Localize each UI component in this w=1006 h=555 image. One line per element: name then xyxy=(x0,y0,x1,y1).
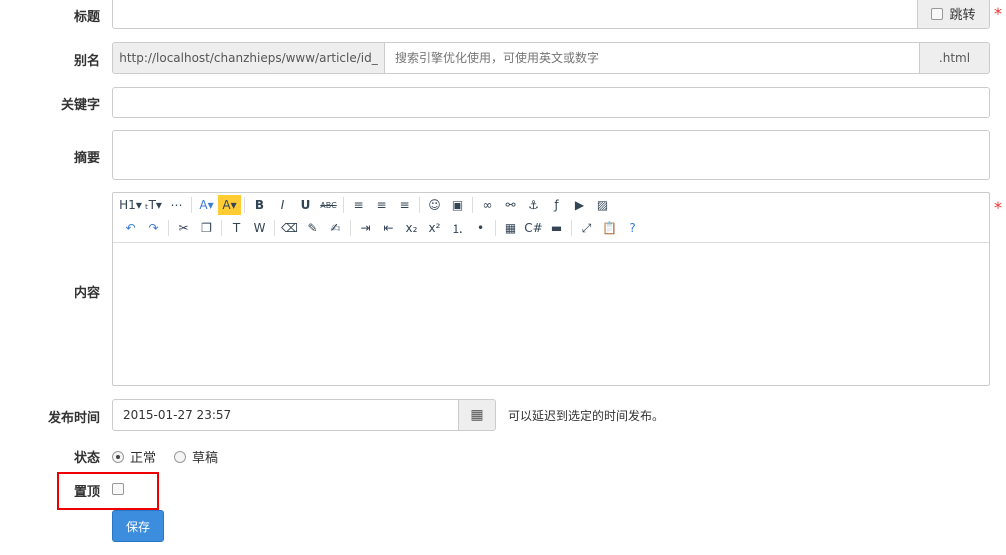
source-icon[interactable]: 📋 xyxy=(598,218,621,238)
quick-format-icon[interactable]: ✍ xyxy=(324,218,347,238)
top-label: 置顶 xyxy=(73,485,100,500)
anchor-icon[interactable]: ⚓ xyxy=(522,195,545,215)
unlink-icon[interactable]: ⚯ xyxy=(499,195,522,215)
copy-icon[interactable]: ❐ xyxy=(195,218,218,238)
alias-suffix: .html xyxy=(919,42,990,74)
jump-checkbox[interactable] xyxy=(931,7,944,20)
calendar-icon: ▦ xyxy=(470,407,484,423)
alias-prefix: http://localhost/chanzhieps/www/article/… xyxy=(112,42,385,74)
status-normal-radio[interactable] xyxy=(112,450,124,463)
italic-icon[interactable]: I xyxy=(271,195,294,215)
content-label: 内容 xyxy=(73,286,100,301)
cut-icon[interactable]: ✂ xyxy=(172,218,195,238)
image-icon[interactable]: ▨ xyxy=(591,195,614,215)
paste-word-icon[interactable]: W xyxy=(248,218,271,238)
toolbar-separator xyxy=(495,220,496,236)
underline-icon[interactable]: U xyxy=(294,195,317,215)
publish-time-label: 发布时间 xyxy=(47,411,100,426)
status-draft-radio[interactable] xyxy=(174,450,187,463)
heading-icon[interactable]: H1▾ xyxy=(119,195,142,215)
keywords-label: 关键字 xyxy=(60,98,100,113)
toolbar-separator xyxy=(571,220,572,236)
keywords-input[interactable] xyxy=(112,87,990,118)
outdent-icon[interactable]: ⇤ xyxy=(377,218,400,238)
help-icon[interactable]: ? xyxy=(621,218,644,238)
toolbar-separator xyxy=(191,197,192,213)
toolbar-separator xyxy=(419,197,420,213)
status-normal-label[interactable]: 正常 xyxy=(130,447,156,466)
emoticon-icon[interactable]: ☺ xyxy=(423,195,446,215)
insert-image-icon[interactable]: ▣ xyxy=(446,195,469,215)
unordered-list-icon[interactable]: • xyxy=(469,218,492,238)
title-input[interactable] xyxy=(112,0,918,29)
publish-time-input[interactable]: 2015-01-27 23:57 xyxy=(112,399,459,431)
calendar-button[interactable]: ▦ xyxy=(458,399,496,431)
align-left-icon[interactable]: ≡ xyxy=(347,195,370,215)
page-break-icon[interactable]: ▬ xyxy=(545,218,568,238)
summary-textarea[interactable] xyxy=(112,130,990,180)
link-icon[interactable]: ∞ xyxy=(476,195,499,215)
media-icon[interactable]: ▶ xyxy=(568,195,591,215)
clear-format-icon[interactable]: ✎ xyxy=(301,218,324,238)
editor-toolbar-row-1: H1▾ ₜT▾ ⋯ A▾ A▾ B I U ABC ≡ ≡ ≡ ☺ ▣ ∞ ⚯ ⚓ ƒ ▶ ▨ xyxy=(119,195,614,215)
align-right-icon[interactable]: ≡ xyxy=(393,195,416,215)
toolbar-separator xyxy=(221,220,222,236)
superscript-icon[interactable]: x² xyxy=(423,218,446,238)
status-label: 状态 xyxy=(73,451,100,466)
toolbar-separator xyxy=(244,197,245,213)
toolbar-separator xyxy=(168,220,169,236)
save-button[interactable]: 保存 xyxy=(112,510,164,542)
undo-icon[interactable]: ↶ xyxy=(119,218,142,238)
required-star: * xyxy=(994,198,1002,217)
summary-label: 摘要 xyxy=(73,151,100,166)
subscript-icon[interactable]: x₂ xyxy=(400,218,423,238)
status-draft-label[interactable]: 草稿 xyxy=(192,447,218,466)
top-highlight-box xyxy=(57,472,159,510)
alias-label: 别名 xyxy=(73,54,100,69)
toolbar-separator xyxy=(274,220,275,236)
toolbar-separator xyxy=(350,220,351,236)
align-center-icon[interactable]: ≡ xyxy=(370,195,393,215)
redo-icon[interactable]: ↷ xyxy=(142,218,165,238)
ordered-list-icon[interactable]: ⒈ xyxy=(446,218,469,238)
toolbar-separator xyxy=(472,197,473,213)
editor-toolbar-row-2: ↶ ↷ ✂ ❐ T W ⌫ ✎ ✍ ⇥ ⇤ x₂ x² ⒈ • ▦ C# ▬ ⤢ 📋? xyxy=(119,218,644,238)
flash-icon[interactable]: ƒ xyxy=(545,195,568,215)
code-icon[interactable]: C# xyxy=(522,218,545,238)
eraser-icon[interactable]: ⌫ xyxy=(278,218,301,238)
top-checkbox[interactable] xyxy=(112,483,124,495)
indent-icon[interactable]: ⇥ xyxy=(354,218,377,238)
publish-hint: 可以延迟到选定的时间发布。 xyxy=(508,409,665,423)
alias-input[interactable] xyxy=(384,42,920,74)
required-star: * xyxy=(994,4,1002,23)
highlight-color-icon[interactable]: A▾ xyxy=(218,195,241,215)
toolbar-separator xyxy=(343,197,344,213)
font-color-icon[interactable]: A▾ xyxy=(195,195,218,215)
jump-toggle[interactable]: 跳转 xyxy=(917,0,990,29)
title-label: 标题 xyxy=(73,10,100,25)
strikethrough-icon[interactable]: ABC xyxy=(317,195,340,215)
horizontal-rule-icon[interactable]: ⋯ xyxy=(165,195,188,215)
bold-icon[interactable]: B xyxy=(248,195,271,215)
fullscreen-icon[interactable]: ⤢ xyxy=(575,218,598,238)
jump-label: 跳转 xyxy=(949,8,976,23)
font-size-icon[interactable]: ₜT▾ xyxy=(142,195,165,215)
paste-text-icon[interactable]: T xyxy=(225,218,248,238)
table-icon[interactable]: ▦ xyxy=(499,218,522,238)
